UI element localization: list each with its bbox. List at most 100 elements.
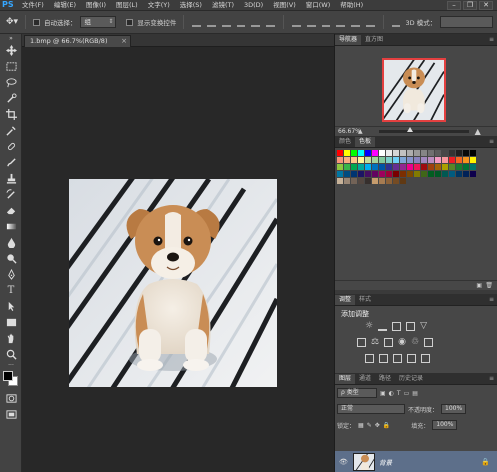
path-select-tool-icon[interactable]	[0, 298, 22, 314]
brush-tool-icon[interactable]	[0, 154, 22, 170]
swatch-color[interactable]	[365, 171, 371, 177]
menu-type[interactable]: 文字(Y)	[143, 0, 175, 10]
selective-color-icon[interactable]	[421, 354, 430, 363]
exposure-icon[interactable]	[406, 322, 416, 331]
rectangle-tool-icon[interactable]	[0, 314, 22, 330]
auto-select-dropdown[interactable]: 组	[80, 16, 117, 28]
visibility-eye-icon[interactable]: 👁	[339, 458, 349, 466]
align-bottom-icon[interactable]	[221, 18, 231, 27]
pen-tool-icon[interactable]	[0, 266, 22, 282]
zoom-level[interactable]: 66.67%	[338, 128, 361, 135]
eyedropper-tool-icon[interactable]	[0, 122, 22, 138]
swatch-color[interactable]	[414, 150, 420, 156]
swatch-color[interactable]	[351, 164, 357, 170]
puppy-photo[interactable]	[69, 179, 277, 387]
lock-all-icon[interactable]: 🔒	[383, 422, 390, 429]
swatch-color[interactable]	[351, 157, 357, 163]
levels-icon[interactable]	[378, 322, 388, 331]
swatch-color[interactable]	[463, 164, 469, 170]
swatch-color[interactable]	[407, 150, 413, 156]
menu-filter[interactable]: 滤镜(T)	[207, 0, 239, 10]
swatch-color[interactable]	[393, 157, 399, 163]
swatch-color[interactable]	[414, 157, 420, 163]
swatch-color[interactable]	[456, 157, 462, 163]
color-swatches[interactable]	[0, 368, 22, 390]
clone-stamp-tool-icon[interactable]	[0, 170, 22, 186]
menu-help[interactable]: 帮助(H)	[335, 0, 368, 10]
menu-select[interactable]: 选择(S)	[175, 0, 207, 10]
swatch-color[interactable]	[400, 178, 406, 184]
swatch-color[interactable]	[386, 171, 392, 177]
swatch-color[interactable]	[407, 157, 413, 163]
swatch-color[interactable]	[344, 157, 350, 163]
swatch-color[interactable]	[456, 171, 462, 177]
tab-history[interactable]: 历史记录	[395, 374, 427, 384]
swatch-color[interactable]	[379, 157, 385, 163]
dodge-tool-icon[interactable]	[0, 250, 22, 266]
swatch-color[interactable]	[449, 171, 455, 177]
swatch-color[interactable]	[407, 171, 413, 177]
close-tab-icon[interactable]: ×	[121, 36, 127, 46]
swatch-color[interactable]	[358, 150, 364, 156]
collapse-arrows-icon[interactable]: »	[0, 34, 22, 42]
align-middle-icon[interactable]	[207, 18, 216, 27]
swatch-color[interactable]	[421, 164, 427, 170]
tab-color[interactable]: 颜色	[335, 137, 355, 147]
new-swatch-icon[interactable]: ▣	[476, 282, 482, 289]
color-lookup-icon[interactable]	[424, 338, 434, 347]
tab-histogram[interactable]: 直方图	[361, 35, 387, 45]
panel-menu-icon[interactable]: ≡	[489, 295, 497, 305]
filter-shape-icon[interactable]: ▭	[404, 390, 410, 397]
swatch-color[interactable]	[442, 164, 448, 170]
tab-swatches[interactable]: 色板	[355, 137, 376, 147]
swatch-color[interactable]	[358, 157, 364, 163]
gradient-tool-icon[interactable]	[0, 218, 22, 234]
menu-window[interactable]: 窗口(W)	[301, 0, 336, 10]
swatch-color[interactable]	[463, 150, 469, 156]
swatch-color[interactable]	[344, 171, 350, 177]
swatch-color[interactable]	[393, 178, 399, 184]
swatch-color[interactable]	[393, 164, 399, 170]
brightness-icon[interactable]: ☼	[365, 322, 373, 331]
threshold-icon[interactable]	[393, 354, 402, 363]
lock-image-icon[interactable]: ✎	[367, 422, 372, 429]
swatch-color[interactable]	[365, 178, 371, 184]
swatch-color[interactable]	[421, 150, 427, 156]
swatch-color[interactable]	[372, 164, 378, 170]
zoom-slider[interactable]	[378, 127, 469, 133]
blend-mode-dropdown[interactable]: 正常	[337, 404, 405, 414]
swatch-color[interactable]	[372, 157, 378, 163]
swatch-color[interactable]	[449, 164, 455, 170]
swatch-color[interactable]	[386, 157, 392, 163]
auto-align-icon[interactable]	[391, 18, 401, 27]
swatch-color[interactable]	[442, 150, 448, 156]
swatch-color[interactable]	[449, 157, 455, 163]
channel-mixer-icon[interactable]: ♲	[411, 338, 419, 347]
menu-view[interactable]: 视图(V)	[268, 0, 301, 10]
swatch-color[interactable]	[442, 171, 448, 177]
swatch-color[interactable]	[463, 157, 469, 163]
swatch-color[interactable]	[386, 178, 392, 184]
close-button[interactable]: ✕	[479, 0, 493, 10]
opacity-field[interactable]: 100%	[441, 404, 467, 414]
swatch-color[interactable]	[386, 164, 392, 170]
swatch-color[interactable]	[344, 150, 350, 156]
move-tool-preset-icon[interactable]: ✥▾	[6, 17, 18, 27]
swatch-color[interactable]	[470, 157, 476, 163]
minimize-button[interactable]: –	[447, 0, 461, 10]
swatch-color[interactable]	[351, 171, 357, 177]
swatch-color[interactable]	[470, 164, 476, 170]
show-transform-checkbox[interactable]	[126, 18, 134, 26]
swatch-color[interactable]	[414, 171, 420, 177]
layer-filter-dropdown[interactable]: ρ 类型	[337, 388, 377, 398]
swatch-color[interactable]	[337, 178, 343, 184]
swatch-color[interactable]	[400, 157, 406, 163]
swatch-color[interactable]	[372, 171, 378, 177]
swatch-color[interactable]	[393, 171, 399, 177]
document-tab[interactable]: 1.bmp @ 66.7%(RGB/8) ×	[24, 35, 131, 47]
menu-edit[interactable]: 编辑(E)	[49, 0, 81, 10]
healing-brush-tool-icon[interactable]	[0, 138, 22, 154]
photo-filter-icon[interactable]: ◉	[398, 338, 406, 347]
swatch-color[interactable]	[435, 164, 441, 170]
distribute-right-icon[interactable]	[365, 18, 375, 27]
